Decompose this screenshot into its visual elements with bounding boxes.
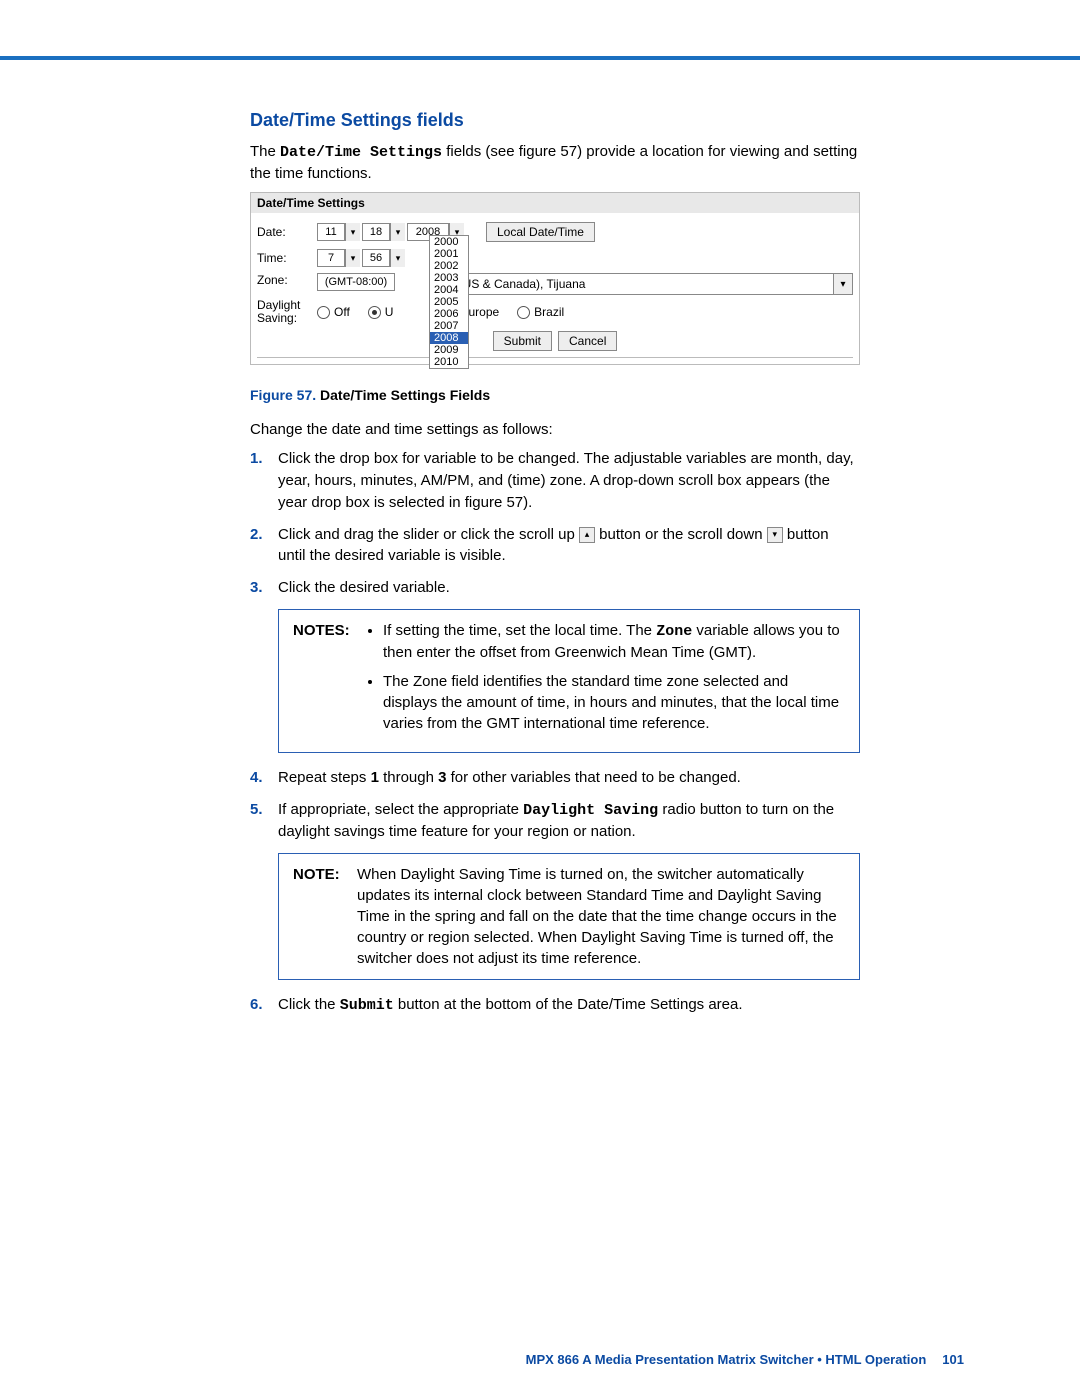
daylight-brazil-radio[interactable]: Brazil <box>517 305 564 319</box>
zone-prefix: (GMT-08:00) <box>317 273 395 291</box>
month-select[interactable]: 11 <box>317 223 345 241</box>
figure-caption: Figure 57. Date/Time Settings Fields <box>250 387 860 403</box>
chevron-down-icon[interactable]: ▾ <box>833 274 852 294</box>
step-1: 1.Click the drop box for variable to be … <box>278 448 860 513</box>
minute-select[interactable]: 56 <box>362 249 390 267</box>
step-4: 4. Repeat steps 1 through 3 for other va… <box>278 767 860 789</box>
lead-instructions: Change the date and time settings as fol… <box>250 419 860 440</box>
chevron-down-icon[interactable]: ▾ <box>345 249 360 267</box>
chevron-down-icon[interactable]: ▾ <box>345 223 360 241</box>
note-box-2: NOTE: When Daylight Saving Time is turne… <box>278 853 860 980</box>
daylight-off-radio[interactable]: Off <box>317 305 350 319</box>
scroll-up-icon: ▴ <box>579 527 595 543</box>
daylight-label: Daylight Saving: <box>257 299 317 325</box>
step-5: 5. If appropriate, select the appropriat… <box>278 799 860 844</box>
chevron-down-icon[interactable]: ▾ <box>390 249 405 267</box>
daylight-usa-radio[interactable]: U <box>368 305 394 319</box>
step-2: 2. Click and drag the slider or click th… <box>278 524 860 568</box>
top-accent-bar <box>0 56 1080 60</box>
time-label: Time: <box>257 251 317 265</box>
zone-select[interactable]: he (US & Canada), Tijuana ▾ <box>435 273 853 295</box>
date-label: Date: <box>257 225 317 239</box>
chevron-down-icon[interactable]: ▾ <box>390 223 405 241</box>
step-3: 3.Click the desired variable. <box>278 577 860 599</box>
hour-select[interactable]: 7 <box>317 249 345 267</box>
intro-paragraph: The Date/Time Settings fields (see figur… <box>250 141 860 184</box>
year-dropdown-list[interactable]: 2000 2001 2002 2003 2004 2005 2006 2007 … <box>429 235 469 369</box>
page-footer: MPX 866 A Media Presentation Matrix Swit… <box>526 1352 964 1367</box>
day-select[interactable]: 18 <box>362 223 390 241</box>
scroll-down-icon: ▾ <box>767 527 783 543</box>
cancel-button[interactable]: Cancel <box>558 331 617 351</box>
zone-label: Zone: <box>257 273 317 295</box>
notes-box-1: NOTES: If setting the time, set the loca… <box>278 609 860 753</box>
panel-title: Date/Time Settings <box>251 193 859 213</box>
datetime-settings-panel: Date/Time Settings 2000 2001 2002 2003 2… <box>250 192 860 365</box>
submit-button[interactable]: Submit <box>493 331 552 351</box>
section-heading: Date/Time Settings fields <box>250 110 860 131</box>
local-datetime-button[interactable]: Local Date/Time <box>486 222 595 242</box>
step-6: 6. Click the Submit button at the bottom… <box>278 994 860 1017</box>
